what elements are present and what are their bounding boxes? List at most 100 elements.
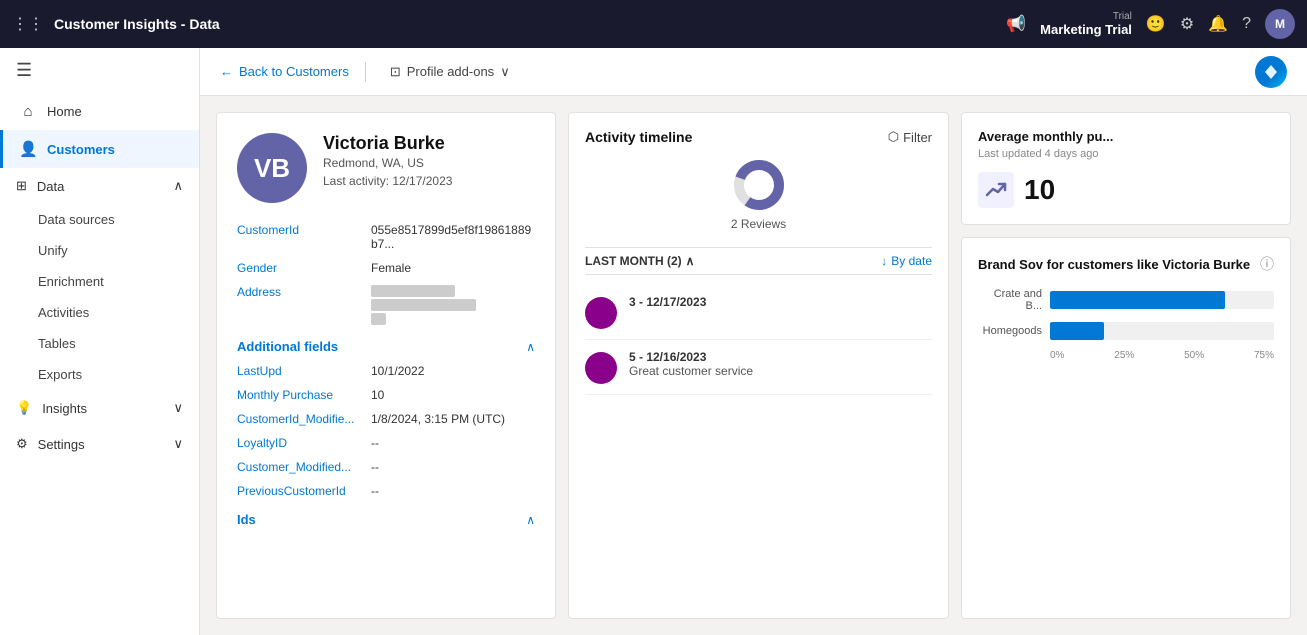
bar-fill-2 bbox=[1050, 322, 1104, 340]
field-label-lastupd: LastUpd bbox=[237, 364, 367, 378]
sidebar-item-insights-label: Insights bbox=[42, 401, 87, 416]
avg-stat-subtitle: Last updated 4 days ago bbox=[978, 148, 1274, 160]
sub-header: ← Back to Customers ⊡ Profile add-ons ∨ bbox=[200, 48, 1307, 96]
sidebar-item-exports[interactable]: Exports bbox=[0, 359, 199, 390]
customer-avatar: VB bbox=[237, 133, 307, 203]
field-value-previous-customerid: -- bbox=[371, 484, 535, 498]
sidebar-item-customers[interactable]: 👤 Customers bbox=[0, 130, 199, 168]
customer-card: VB Victoria Burke Redmond, WA, US Last a… bbox=[216, 112, 556, 619]
sidebar-item-insights[interactable]: 💡 Insights ∨ bbox=[0, 390, 199, 426]
sidebar-item-data-label: Data bbox=[37, 179, 64, 194]
axis-label-75: 75% bbox=[1254, 350, 1274, 361]
sidebar-item-home[interactable]: ⌂ Home bbox=[0, 93, 199, 130]
reviews-donut bbox=[731, 157, 787, 213]
field-label-customerid: CustomerId bbox=[237, 223, 367, 237]
activity-dot-1 bbox=[585, 297, 617, 329]
bar-row-1: Crate and B... bbox=[978, 288, 1274, 312]
sidebar-item-activities[interactable]: Activities bbox=[0, 297, 199, 328]
chart-axis: 0% 25% 50% 75% bbox=[978, 350, 1274, 361]
ids-toggle[interactable]: Ids ∧ bbox=[237, 512, 535, 527]
ci-logo bbox=[1255, 56, 1287, 88]
insights-chevron-icon: ∨ bbox=[173, 400, 183, 416]
user-avatar[interactable]: M bbox=[1265, 9, 1295, 39]
sort-button[interactable]: ↓ By date bbox=[881, 254, 932, 268]
announcements-icon[interactable]: 📢 bbox=[1006, 14, 1026, 34]
trial-info: Trial Marketing Trial bbox=[1040, 11, 1132, 37]
field-address: Address 5000 Title Street, Redmond WA 98… bbox=[237, 285, 535, 325]
settings-icon: ⚙ bbox=[16, 436, 28, 452]
smiley-icon[interactable]: 🙂 bbox=[1146, 14, 1166, 34]
field-label-address: Address bbox=[237, 285, 367, 299]
profile-addons-square-icon: ⊡ bbox=[390, 64, 401, 80]
field-value-customerid: 055e8517899d5ef8f19861889b7... bbox=[371, 223, 535, 251]
field-value-customerid-modified: 1/8/2024, 3:15 PM (UTC) bbox=[371, 412, 535, 426]
help-icon[interactable]: ? bbox=[1242, 15, 1251, 33]
main-content: ← Back to Customers ⊡ Profile add-ons ∨ … bbox=[200, 48, 1307, 635]
additional-fields-chevron-icon: ∧ bbox=[526, 340, 535, 354]
brand-title-row: Brand Sov for customers like Victoria Bu… bbox=[978, 254, 1274, 274]
filter-button[interactable]: ⬡ Filter bbox=[888, 129, 932, 145]
profile-addons-button[interactable]: ⊡ Profile add-ons ∨ bbox=[382, 60, 518, 84]
sidebar-item-data[interactable]: ⊞ Data ∧ bbox=[0, 168, 199, 204]
insights-icon: 💡 bbox=[16, 400, 32, 416]
home-icon: ⌂ bbox=[19, 103, 37, 120]
sidebar-item-unify[interactable]: Unify bbox=[0, 235, 199, 266]
bar-track-1 bbox=[1050, 291, 1274, 309]
sort-icon: ↓ bbox=[881, 254, 887, 268]
customer-last-activity: Last activity: 12/17/2023 bbox=[323, 174, 452, 188]
sidebar-item-customers-label: Customers bbox=[47, 142, 115, 157]
activity-date-2: 5 - 12/16/2023 bbox=[629, 350, 753, 364]
ids-chevron-icon: ∧ bbox=[526, 513, 535, 527]
grid-icon[interactable]: ⋮⋮ bbox=[12, 14, 44, 34]
right-panel: Average monthly pu... Last updated 4 day… bbox=[961, 112, 1291, 619]
sidebar-item-tables[interactable]: Tables bbox=[0, 328, 199, 359]
avg-stat-value-row: 10 bbox=[978, 172, 1274, 208]
sidebar-item-data-sources[interactable]: Data sources bbox=[0, 204, 199, 235]
gear-icon[interactable]: ⚙ bbox=[1180, 14, 1194, 34]
period-label[interactable]: LAST MONTH (2) ∧ bbox=[585, 254, 694, 268]
customer-name: Victoria Burke bbox=[323, 133, 452, 154]
page-body: VB Victoria Burke Redmond, WA, US Last a… bbox=[200, 96, 1307, 635]
sidebar: ☰ ⌂ Home 👤 Customers ⊞ Data ∧ Data sourc… bbox=[0, 48, 200, 635]
field-previous-customerid: PreviousCustomerId -- bbox=[237, 484, 535, 498]
brand-title: Brand Sov for customers like Victoria Bu… bbox=[978, 257, 1250, 272]
data-chevron-icon: ∧ bbox=[173, 178, 183, 194]
axis-label-25: 25% bbox=[1114, 350, 1134, 361]
subheader-divider bbox=[365, 62, 366, 82]
field-customer-modified: Customer_Modified... -- bbox=[237, 460, 535, 474]
sidebar-item-settings[interactable]: ⚙ Settings ∨ bbox=[0, 426, 199, 462]
field-label-previous-customerid: PreviousCustomerId bbox=[237, 484, 367, 498]
sidebar-item-settings-label: Settings bbox=[38, 437, 85, 452]
brand-label-1: Crate and B... bbox=[978, 288, 1042, 312]
bar-track-2 bbox=[1050, 322, 1274, 340]
activity-item-2: 5 - 12/16/2023 Great customer service bbox=[585, 340, 932, 395]
field-label-monthly-purchase: Monthly Purchase bbox=[237, 388, 367, 402]
bell-icon[interactable]: 🔔 bbox=[1208, 14, 1228, 34]
activity-details-2: 5 - 12/16/2023 Great customer service bbox=[629, 350, 753, 378]
field-value-gender: Female bbox=[371, 261, 535, 275]
field-customerid: CustomerId 055e8517899d5ef8f19861889b7..… bbox=[237, 223, 535, 251]
field-gender: Gender Female bbox=[237, 261, 535, 275]
info-icon[interactable]: ⓘ bbox=[1260, 254, 1274, 274]
avg-stat-title: Average monthly pu... bbox=[978, 129, 1274, 144]
avg-stat-card: Average monthly pu... Last updated 4 day… bbox=[961, 112, 1291, 225]
activity-desc-2: Great customer service bbox=[629, 364, 753, 378]
avg-stat-value: 10 bbox=[1024, 174, 1055, 206]
field-value-customer-modified: -- bbox=[371, 460, 535, 474]
activity-title: Activity timeline bbox=[585, 129, 692, 145]
field-value-loyaltyid: -- bbox=[371, 436, 535, 450]
activity-card: Activity timeline ⬡ Filter 2 Reviews bbox=[568, 112, 949, 619]
settings-chevron-icon: ∨ bbox=[173, 436, 183, 452]
field-customerid-modified: CustomerId_Modifie... 1/8/2024, 3:15 PM … bbox=[237, 412, 535, 426]
field-value-monthly-purchase: 10 bbox=[371, 388, 535, 402]
sidebar-item-enrichment[interactable]: Enrichment bbox=[0, 266, 199, 297]
back-button[interactable]: ← Back to Customers bbox=[220, 64, 349, 79]
period-chevron-icon: ∧ bbox=[686, 254, 695, 268]
customer-info: Victoria Burke Redmond, WA, US Last acti… bbox=[323, 133, 452, 188]
activity-item-1: 3 - 12/17/2023 bbox=[585, 285, 932, 340]
additional-fields-toggle[interactable]: Additional fields ∧ bbox=[237, 339, 535, 354]
reviews-section: 2 Reviews bbox=[585, 157, 932, 231]
customer-header: VB Victoria Burke Redmond, WA, US Last a… bbox=[237, 133, 535, 203]
hamburger-button[interactable]: ☰ bbox=[0, 48, 199, 93]
topbar-icons: 📢 Trial Marketing Trial 🙂 ⚙ 🔔 ? M bbox=[1006, 9, 1295, 39]
